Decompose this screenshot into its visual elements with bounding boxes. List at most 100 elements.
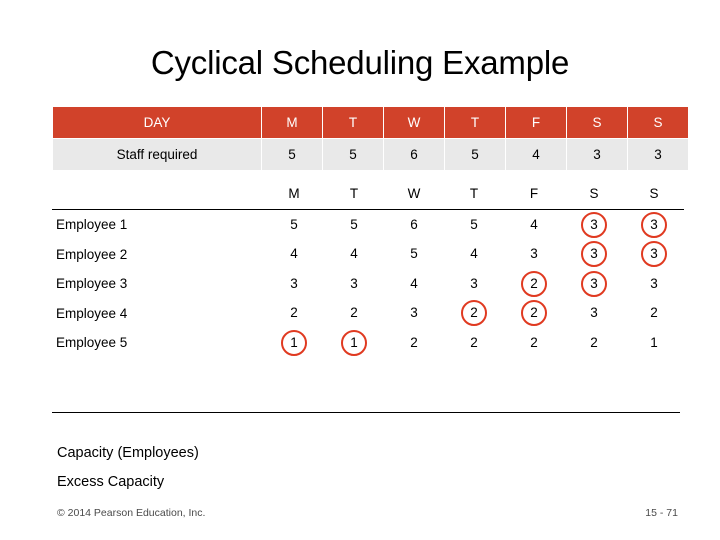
employee-4-mon: 2	[264, 299, 324, 329]
staff-required-sat: 3	[566, 138, 628, 171]
cell-value: 4	[350, 246, 358, 262]
header-cell-thu: T	[444, 106, 506, 139]
employee-2-sat: 3	[564, 240, 624, 270]
cell-value: 3	[410, 305, 418, 321]
table-row-header: DAY M T W T F S S	[52, 106, 689, 139]
cell-value: 2	[590, 334, 598, 350]
cell-value: 3	[641, 241, 667, 268]
cell-value: 1	[650, 334, 658, 350]
employee-4-thu: 2	[444, 299, 504, 329]
cell-value: 3	[350, 275, 358, 291]
schedule-header-wed: W	[384, 178, 444, 210]
copyright-notice: © 2014 Pearson Education, Inc.	[57, 507, 206, 519]
cell-value: 5	[410, 246, 418, 262]
cell-value: 3	[470, 275, 478, 291]
cell-value: 5	[290, 216, 298, 232]
cell-value: 1	[281, 329, 307, 356]
employee-5-mon: 1	[264, 328, 324, 358]
staff-required-fri: 4	[505, 138, 567, 171]
header-cell-mon: M	[261, 106, 323, 139]
cell-value: 3	[650, 275, 658, 291]
row-label-staff-required: Staff required	[52, 138, 262, 171]
staff-required-mon: 5	[261, 138, 323, 171]
header-cell-day: DAY	[52, 106, 262, 139]
header-cell-wed: W	[383, 106, 445, 139]
cell-value: 3	[290, 275, 298, 291]
cell-value: 3	[581, 211, 607, 238]
employee-2-sun: 3	[624, 240, 684, 270]
cell-value: 2	[290, 305, 298, 321]
staff-required-sun: 3	[627, 138, 689, 171]
header-cell-fri: F	[505, 106, 567, 139]
table-row-staff-required: Staff required 5 5 6 5 4 3 3	[52, 138, 689, 171]
table-row: Employee 3 3 3 4 3 2 3 3	[52, 269, 684, 299]
employee-2-wed: 5	[384, 240, 444, 270]
employee-1-sun: 3	[624, 210, 684, 240]
staff-required-tue: 5	[322, 138, 384, 171]
cell-value: 3	[581, 241, 607, 268]
employee-2-thu: 4	[444, 240, 504, 270]
requirements-table: DAY M T W T F S S Staff required 5 5 6 5…	[52, 106, 689, 171]
table-row: Employee 2 4 4 5 4 3 3 3	[52, 240, 684, 270]
employee-2-tue: 4	[324, 240, 384, 270]
cell-value: 1	[341, 329, 367, 356]
cell-value: 4	[530, 216, 538, 232]
employee-3-sat: 3	[564, 269, 624, 299]
cell-value: 6	[410, 216, 418, 232]
capacity-label: Capacity (Employees)	[57, 445, 199, 461]
employee-1-sat: 3	[564, 210, 624, 240]
employee-3-label: Employee 3	[56, 276, 128, 292]
employee-1-tue: 5	[324, 210, 384, 240]
cell-value: 2	[350, 305, 358, 321]
employee-4-wed: 3	[384, 299, 444, 329]
schedule-header-thu: T	[444, 178, 504, 210]
employee-5-thu: 2	[444, 328, 504, 358]
schedule-header-blank	[52, 178, 264, 210]
cell-value: 3	[530, 246, 538, 262]
employee-2-label: Employee 2	[56, 246, 128, 262]
employee-4-label: Employee 4	[56, 305, 128, 321]
page-number: 15 - 71	[645, 507, 678, 519]
header-cell-sun: S	[627, 106, 689, 139]
staff-required-wed: 6	[383, 138, 445, 171]
cell-value: 3	[641, 211, 667, 238]
employee-4-sun: 2	[624, 299, 684, 329]
employee-3-sun: 3	[624, 269, 684, 299]
cell-value: 4	[410, 275, 418, 291]
cell-value: 2	[461, 300, 487, 327]
employee-3-mon: 3	[264, 269, 324, 299]
cell-value: 3	[590, 305, 598, 321]
table-row: Employee 5 1 1 2 2 2 2 1	[52, 328, 684, 358]
cell-value: 3	[581, 270, 607, 297]
cell-value: 2	[410, 334, 418, 350]
employee-1-fri: 4	[504, 210, 564, 240]
employee-5-sat: 2	[564, 328, 624, 358]
table-row: Employee 4 2 2 3 2 2 3 2	[52, 299, 684, 329]
schedule-header-mon: M	[264, 178, 324, 210]
excess-capacity-label: Excess Capacity	[57, 474, 165, 490]
employee-5-wed: 2	[384, 328, 444, 358]
cell-value: 5	[470, 216, 478, 232]
employee-3-tue: 3	[324, 269, 384, 299]
cell-value: 4	[470, 246, 478, 262]
page-title: Cyclical Scheduling Example	[150, 44, 570, 81]
schedule-header-tue: T	[324, 178, 384, 210]
cell-value: 2	[521, 300, 547, 327]
schedule-header-sat: S	[564, 178, 624, 210]
cell-value: 4	[290, 246, 298, 262]
employee-3-wed: 4	[384, 269, 444, 299]
employee-5-tue: 1	[324, 328, 384, 358]
employee-5-fri: 2	[504, 328, 564, 358]
slide: Cyclical Scheduling Example DAY M T W T …	[0, 0, 720, 540]
cell-value: 2	[470, 334, 478, 350]
employee-5-sun: 1	[624, 328, 684, 358]
schedule-day-header-row: M T W T F S S	[52, 178, 684, 210]
employee-3-fri: 2	[504, 269, 564, 299]
employee-4-fri: 2	[504, 299, 564, 329]
header-cell-tue: T	[322, 106, 384, 139]
schedule-header-sun: S	[624, 178, 684, 210]
employee-1-thu: 5	[444, 210, 504, 240]
employee-1-mon: 5	[264, 210, 324, 240]
schedule-header-fri: F	[504, 178, 564, 210]
cell-value: 5	[350, 216, 358, 232]
